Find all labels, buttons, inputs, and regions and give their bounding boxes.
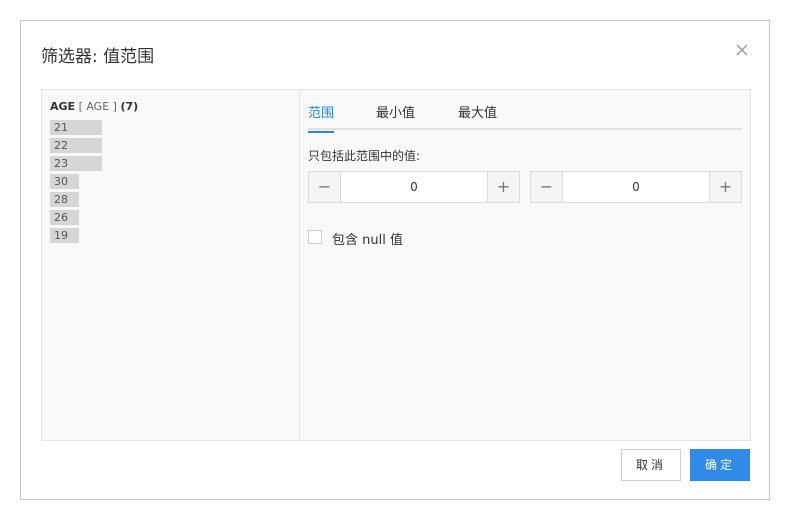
include-null-checkbox[interactable] — [308, 230, 322, 244]
value-label: 26 — [54, 211, 68, 224]
value-label: 28 — [54, 193, 68, 206]
include-null-label: 包含 null 值 — [332, 233, 403, 248]
field-count: (7) — [120, 100, 139, 113]
tab-bar: 范围 最小值 最大值 — [308, 90, 742, 133]
value-label: 22 — [54, 139, 68, 152]
min-decrement-button[interactable]: − — [309, 172, 341, 202]
value-label: 30 — [54, 175, 68, 188]
field-name: AGE — [50, 100, 76, 113]
tab-max[interactable]: 最大值 — [458, 102, 497, 131]
value-pane: AGE [ AGE ] (7) 21 22 23 30 28 26 19 — [42, 90, 300, 440]
min-stepper: − + — [308, 171, 520, 203]
range-pane: 范围 最小值 最大值 只包括此范围中的值: − + − + 包含 null 值 — [308, 90, 742, 440]
min-value-input[interactable] — [342, 172, 486, 202]
cancel-button[interactable]: 取消 — [621, 449, 681, 481]
tab-range[interactable]: 范围 — [308, 102, 335, 133]
max-stepper: − + — [530, 171, 742, 203]
filter-dialog: 筛选器: 值范围 AGE [ AGE ] (7) 21 22 23 30 28 26 19 … — [20, 20, 770, 500]
filter-body: AGE [ AGE ] (7) 21 22 23 30 28 26 19 范围 最小值 最大… — [41, 89, 751, 441]
close-icon[interactable] — [733, 41, 751, 59]
value-label: 19 — [54, 229, 68, 242]
tab-min[interactable]: 最小值 — [376, 102, 415, 131]
field-header: AGE [ AGE ] (7) — [50, 100, 138, 113]
range-label: 只包括此范围中的值: — [308, 149, 421, 163]
value-label: 21 — [54, 121, 68, 134]
max-increment-button[interactable]: + — [709, 172, 741, 202]
value-label: 23 — [54, 157, 68, 170]
max-value-input[interactable] — [564, 172, 708, 202]
field-alias: [ AGE ] — [78, 100, 117, 113]
ok-button[interactable]: 确定 — [690, 449, 750, 481]
min-increment-button[interactable]: + — [487, 172, 519, 202]
dialog-title: 筛选器: 值范围 — [41, 47, 155, 67]
max-decrement-button[interactable]: − — [531, 172, 563, 202]
